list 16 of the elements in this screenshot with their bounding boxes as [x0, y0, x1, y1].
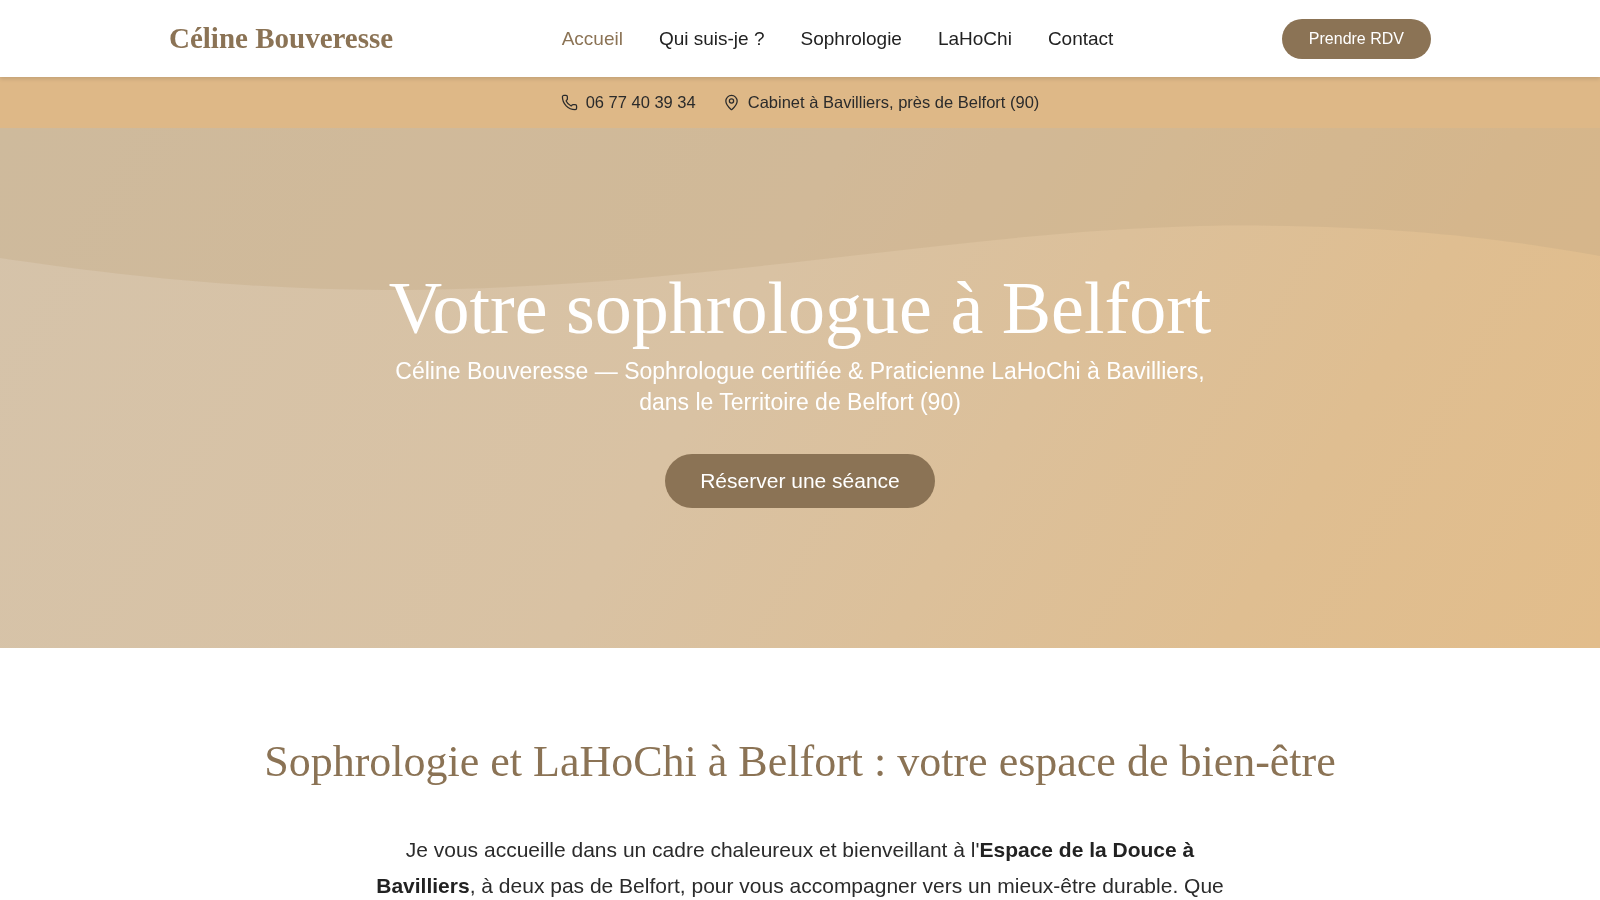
- nav-link[interactable]: Sophrologie: [800, 27, 902, 50]
- nav-link[interactable]: Contact: [1047, 27, 1114, 50]
- book-session-button[interactable]: Réserver une séance: [665, 453, 935, 508]
- nav-link[interactable]: LaHoChi: [937, 27, 1012, 50]
- site-logo[interactable]: Céline Bouveresse: [169, 22, 394, 55]
- hero-title: Votre sophrologue à Belfort: [388, 268, 1212, 350]
- phone-icon: [560, 94, 578, 111]
- section-heading: Sophrologie et LaHoChi à Belfort : votre espace de bien-être: [264, 736, 1336, 788]
- info-text: 06 77 40 39 34: [585, 93, 696, 112]
- appointment-button[interactable]: Prendre RDV: [1281, 18, 1431, 59]
- nav-link[interactable]: Accueil: [561, 27, 623, 50]
- intro-paragraph: Je vous accueille dans un cadre chaleureux et bienveillant à l'Espace de la Douce à Bavilliers, à deux pas de Belfort, pour vous accompagner vers un mieux-être durable. Que: [375, 837, 1225, 899]
- info-text: Cabinet à Bavilliers, près de Belfort (90): [747, 93, 1040, 112]
- hero-subtitle: Céline Bouveresse — Sophrologue certifiée & Praticienne LaHoChi à Bavilliers, dans le Territoire de Belfort (90): [394, 356, 1206, 417]
- map-pin-icon: [722, 94, 740, 111]
- nav-link[interactable]: Qui suis-je ?: [658, 27, 765, 50]
